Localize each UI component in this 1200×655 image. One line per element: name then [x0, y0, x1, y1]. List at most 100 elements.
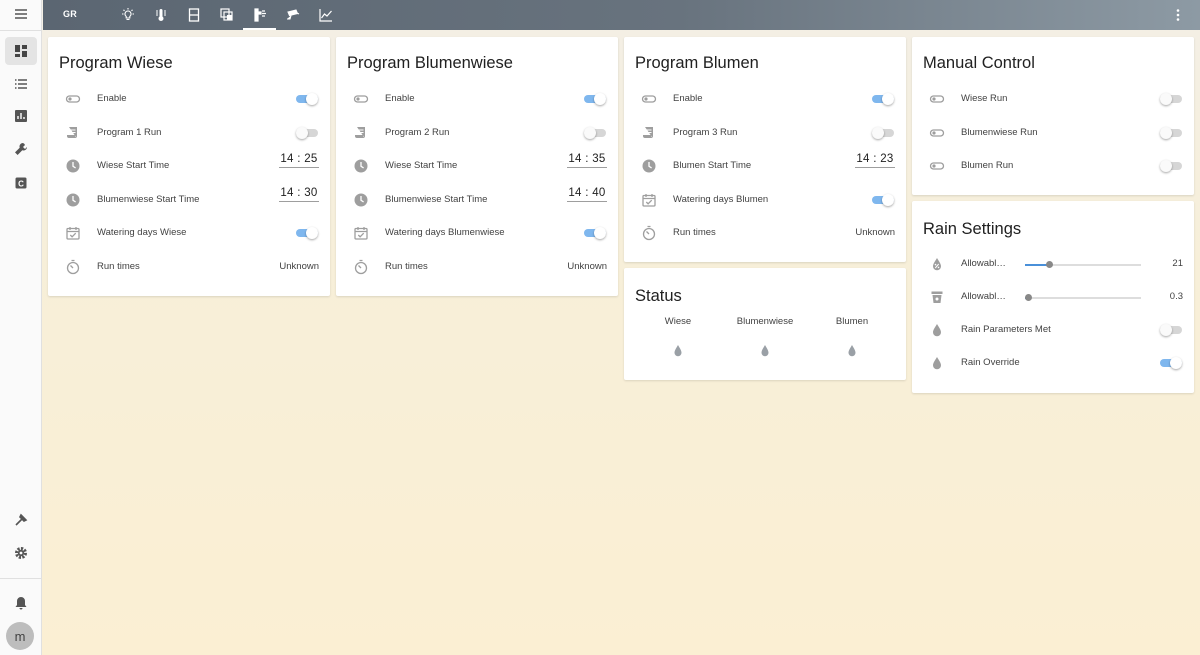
avatar[interactable]: m: [6, 622, 34, 650]
entity-row[interactable]: Watering days Blumenwiese: [336, 218, 618, 248]
entity-label: Program 3 Run: [673, 126, 738, 138]
toggle-switch[interactable]: [584, 126, 606, 139]
card-title: Program Blumen: [635, 54, 759, 72]
clock-icon: [65, 158, 81, 174]
calendar-check-icon: [65, 225, 81, 241]
toggle-switch[interactable]: [1160, 93, 1182, 105]
time-input[interactable]: 14 : 25: [279, 153, 319, 168]
slider-value: 0.3: [1169, 291, 1183, 302]
sprinkler-icon[interactable]: [243, 0, 276, 30]
entity-row[interactable]: Wiese Start Time 14 : 35: [336, 151, 618, 181]
toggle-switch[interactable]: [872, 126, 894, 139]
toggle-switch[interactable]: [1160, 357, 1182, 369]
toggle-switch[interactable]: [1160, 324, 1182, 336]
entity-row[interactable]: Enable: [336, 84, 618, 114]
card-rain-settings: Rain Settings Allowable Rain21Allowable …: [912, 201, 1194, 393]
toggle-switch[interactable]: [584, 227, 606, 239]
toggle-switch-icon: [929, 125, 945, 141]
script-icon: [641, 125, 657, 141]
entity-state: Unknown: [567, 260, 607, 272]
time-input[interactable]: 14 : 30: [279, 187, 319, 202]
toggle-switch-icon: [929, 91, 945, 107]
status-label-wiese: Wiese: [664, 316, 692, 327]
top-toolbar: GR: [43, 0, 1200, 30]
home-logo[interactable]: GR: [63, 9, 77, 19]
entity-label: Blumen Run: [961, 160, 1014, 171]
water-drop-icon: [929, 355, 945, 371]
more-vert-icon[interactable]: [1170, 7, 1186, 23]
entity-row[interactable]: Rain Parameters Met: [912, 315, 1194, 345]
water-drop-icon[interactable]: [846, 344, 858, 358]
entity-row[interactable]: Watering days Blumen: [624, 185, 906, 215]
toggle-switch-icon: [353, 91, 369, 107]
card-manual-control: Manual Control Wiese Run Blumenwiese Run B…: [912, 37, 1194, 195]
water-drop-icon[interactable]: [759, 344, 771, 358]
calendar-check-icon: [353, 225, 369, 241]
entity-row[interactable]: Run times Unknown: [624, 218, 906, 248]
timer-icon: [353, 259, 369, 275]
chart-icon[interactable]: [5, 102, 37, 130]
entity-row[interactable]: Program 2 Run: [336, 118, 618, 148]
entity-row[interactable]: Blumenwiese Run: [912, 118, 1194, 148]
entity-row[interactable]: Enable: [48, 84, 330, 114]
toggle-switch[interactable]: [296, 93, 318, 105]
entity-row[interactable]: Wiese Run: [912, 84, 1194, 114]
dashboard-icon[interactable]: [5, 37, 37, 65]
sidebar: C m: [0, 0, 42, 655]
entity-row[interactable]: Enable: [624, 84, 906, 114]
entity-row[interactable]: Blumenwiese Start Time 14 : 30: [48, 185, 330, 215]
card-status: Status Wiese Blumenwiese Blumen: [624, 268, 906, 380]
timer-icon: [65, 259, 81, 275]
entity-row[interactable]: Program 3 Run: [624, 118, 906, 148]
entity-label: Program 1 Run: [97, 126, 162, 138]
chart-line-icon[interactable]: [309, 0, 342, 30]
entity-state: Unknown: [279, 260, 319, 272]
entity-row[interactable]: Watering days Wiese: [48, 218, 330, 248]
entity-row[interactable]: Blumen Run: [912, 151, 1194, 181]
toggle-switch[interactable]: [584, 93, 606, 105]
time-input[interactable]: 14 : 35: [567, 153, 607, 168]
time-input[interactable]: 14 : 40: [567, 187, 607, 202]
wrench-icon[interactable]: [5, 135, 37, 163]
card-title: Manual Control: [923, 54, 1035, 72]
slider-row[interactable]: Allowable Rain Amount 0.3: [912, 282, 1194, 312]
entity-label: Wiese Run: [961, 93, 1008, 104]
layers-icon[interactable]: [210, 0, 243, 30]
toggle-switch[interactable]: [872, 93, 894, 105]
card-program-blumen: Program Blumen Enable Program 3 Run Blumen…: [624, 37, 906, 262]
entity-label: Blumenwiese Run: [961, 126, 1038, 138]
svg-text:C: C: [18, 180, 24, 189]
range-slider[interactable]: [1025, 261, 1141, 268]
toggle-switch[interactable]: [296, 126, 318, 139]
toggle-switch[interactable]: [1160, 126, 1182, 139]
thermometer-icon[interactable]: [144, 0, 177, 30]
config-icon[interactable]: C: [5, 169, 37, 197]
card-program-blumenwiese: Program Blumenwiese Enable Program 2 Run W…: [336, 37, 618, 296]
card-program-wiese: Program Wiese Enable Program 1 Run Wiese S…: [48, 37, 330, 296]
entity-row[interactable]: Run times Unknown: [48, 252, 330, 282]
water-drop-icon[interactable]: [672, 344, 684, 358]
slider-row[interactable]: Allowable Rain 21: [912, 249, 1194, 279]
entity-row[interactable]: Run times Unknown: [336, 252, 618, 282]
list-icon[interactable]: [5, 70, 37, 98]
entity-label: Wiese Start Time: [97, 160, 170, 171]
hammer-icon[interactable]: [5, 506, 37, 534]
menu-icon[interactable]: [5, 0, 37, 28]
entity-label: Enable: [97, 93, 127, 104]
door-icon[interactable]: [177, 0, 210, 30]
toggle-switch[interactable]: [1160, 160, 1182, 172]
entity-row[interactable]: Program 1 Run: [48, 118, 330, 148]
cctv-icon[interactable]: [276, 0, 309, 30]
entity-row[interactable]: Blumen Start Time 14 : 23: [624, 151, 906, 181]
bell-icon[interactable]: [5, 589, 37, 617]
toggle-switch[interactable]: [296, 227, 318, 239]
status-label-blumenwiese: Blumenwiese: [736, 316, 794, 327]
entity-row[interactable]: Wiese Start Time 14 : 25: [48, 151, 330, 181]
entity-row[interactable]: Rain Override: [912, 348, 1194, 378]
lightbulb-icon[interactable]: [111, 0, 144, 30]
range-slider[interactable]: [1025, 294, 1141, 301]
time-input[interactable]: 14 : 23: [855, 153, 895, 168]
gear-icon[interactable]: [5, 539, 37, 567]
toggle-switch[interactable]: [872, 193, 894, 206]
entity-row[interactable]: Blumenwiese Start Time 14 : 40: [336, 185, 618, 215]
